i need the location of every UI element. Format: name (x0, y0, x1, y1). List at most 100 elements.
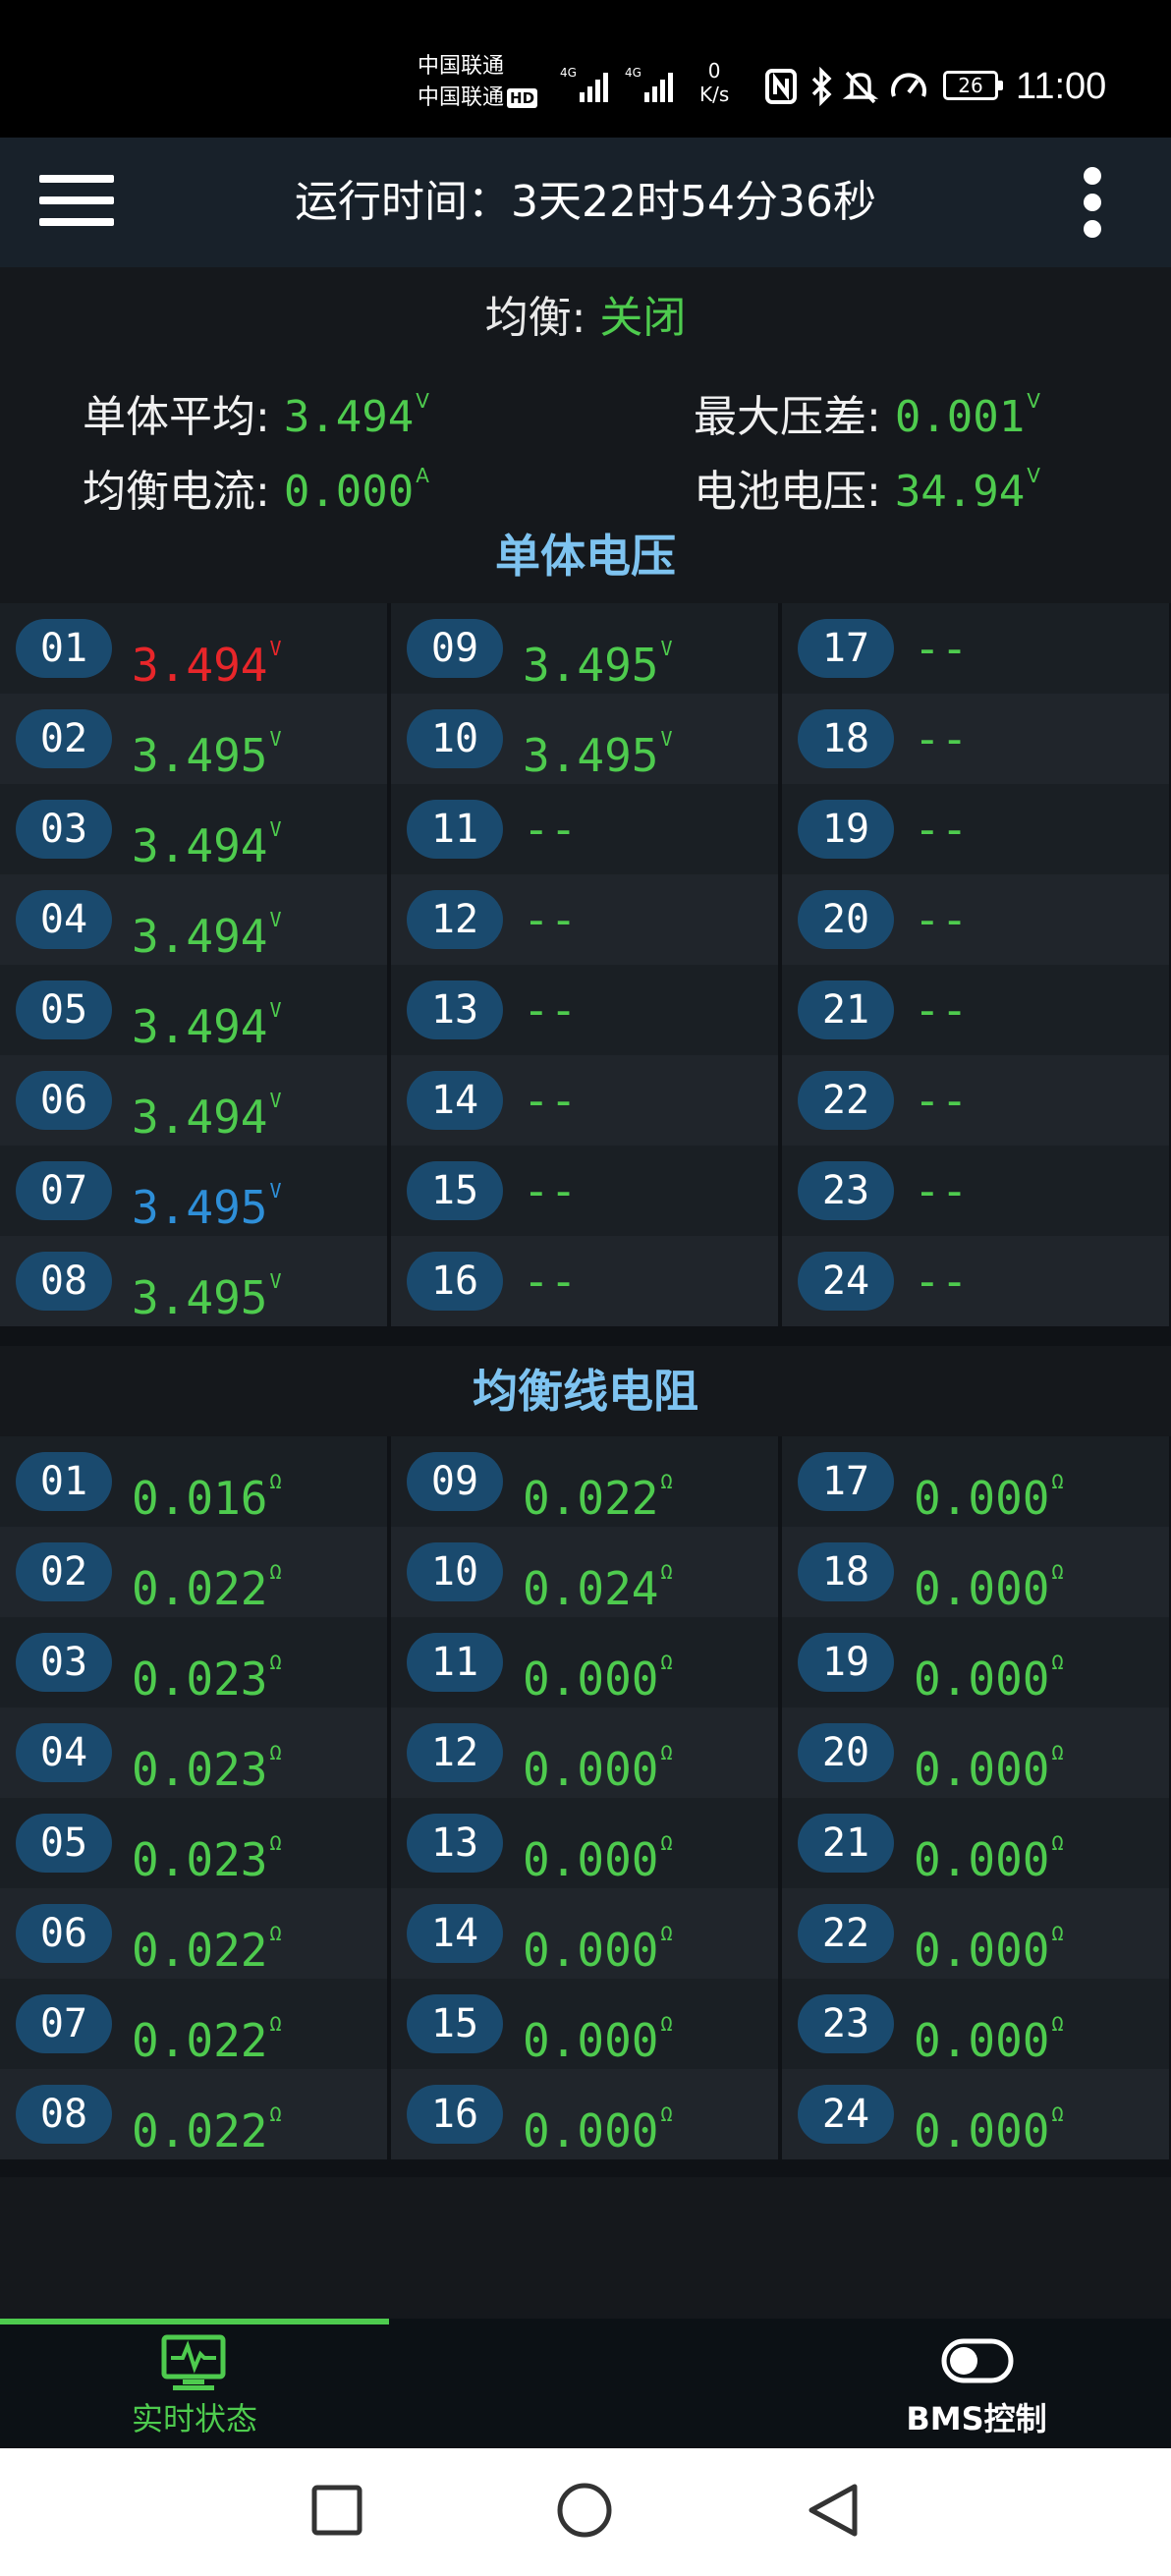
voltage-cell: 07 3.495 V (0, 1146, 387, 1236)
resistance-cell: 12 0.000 Ω (391, 1708, 778, 1798)
voltage-cell: 11 -- (391, 784, 778, 874)
voltage-cell: 20 -- (782, 874, 1169, 965)
resistance-cell-number-badge: 06 (16, 1904, 112, 1963)
voltage-cell: 16 -- (391, 1236, 778, 1326)
toggle-icon (941, 2338, 1014, 2383)
max-voltage-diff-stat: 最大压差: 0.001 V (694, 371, 1040, 447)
resistance-cell-unit: Ω (1051, 1922, 1064, 1945)
back-triangle-icon[interactable] (806, 2482, 861, 2539)
tab-bms-control-label: BMS控制 (906, 2400, 1047, 2437)
voltage-cell-number-badge: 22 (798, 1071, 894, 1130)
voltage-cell-value: -- (523, 1250, 577, 1313)
resistance-cell: 14 0.000 Ω (391, 1888, 778, 1979)
resistance-cell-unit: Ω (660, 1560, 673, 1584)
voltage-cell: 23 -- (782, 1146, 1169, 1236)
resistance-cell-unit: Ω (269, 1831, 282, 1855)
resistance-cell-value: 0.000 Ω (914, 1992, 1064, 2072)
resistance-cell-value: 0.000 Ω (523, 1812, 673, 1891)
battery-icon: 26 (943, 71, 1003, 100)
resistance-cell-unit: Ω (660, 1651, 673, 1674)
resistance-cell-value: 0.000 Ω (914, 1450, 1064, 1530)
resistance-cell-number-badge: 03 (16, 1633, 112, 1692)
resistance-cell-value: 0.022 Ω (132, 1540, 282, 1620)
voltage-cell: 06 3.494 V (0, 1055, 387, 1146)
resistance-cell-value-number: 0.023 (132, 1743, 268, 1796)
voltage-cell-unit: V (269, 998, 282, 1022)
voltage-cell-value-number: 3.495 (523, 729, 659, 782)
resistance-cell-unit: Ω (1051, 1560, 1064, 1584)
home-circle-icon[interactable] (556, 2482, 613, 2539)
resistance-cell: 21 0.000 Ω (782, 1798, 1169, 1888)
signal-icon-1: 4G (560, 66, 608, 102)
tab-realtime-status-label: 实时状态 (131, 2400, 257, 2437)
resistance-cell: 06 0.022 Ω (0, 1888, 387, 1979)
voltage-cell: 05 3.494 V (0, 965, 387, 1055)
voltage-cell: 09 3.495 V (391, 603, 778, 694)
cell-average-unit: V (416, 389, 429, 413)
voltage-cell-value-number: -- (914, 622, 969, 675)
resistance-cell-value-number: 0.022 (132, 1924, 268, 1977)
voltage-cell-unit: V (269, 1089, 282, 1112)
resistance-cell-unit: Ω (269, 1470, 282, 1493)
resistance-cell: 08 0.022 Ω (0, 2069, 387, 2159)
resistance-cell-value: 0.023 Ω (132, 1721, 282, 1801)
resistance-cell-value: 0.000 Ω (914, 1902, 1064, 1982)
voltage-cell-value-number: 3.495 (132, 1181, 268, 1234)
resistance-cell-value-number: 0.022 (132, 1562, 268, 1615)
voltage-cell-value-number: -- (523, 1255, 578, 1308)
resistance-cell-value: 0.000 Ω (523, 1631, 673, 1710)
recents-square-icon[interactable] (310, 2484, 363, 2537)
wire-resistance-grid: 01 0.016 Ω 02 0.022 Ω 03 0.023 Ω 04 0.023 Ω 05 0.023 Ω… (0, 1436, 1171, 2159)
resistance-cell-value: 0.000 Ω (914, 1721, 1064, 1801)
speed-value: 0 (707, 59, 721, 83)
voltage-cell-number-badge: 12 (407, 890, 503, 949)
resistance-cell-unit: Ω (269, 1741, 282, 1764)
resistance-cell-number-badge: 13 (407, 1814, 503, 1873)
voltage-cell-number-badge: 02 (16, 709, 112, 768)
voltage-cell-number-badge: 18 (798, 709, 894, 768)
voltage-cell: 12 -- (391, 874, 778, 965)
resistance-cell-number-badge: 14 (407, 1904, 503, 1963)
voltage-cell-value: -- (914, 798, 968, 861)
voltage-cell-number-badge: 06 (16, 1071, 112, 1130)
voltage-cell-number-badge: 20 (798, 890, 894, 949)
runtime-title: 运行时间：3天22时54分36秒 (295, 177, 876, 227)
more-options-icon[interactable] (1077, 165, 1110, 240)
resistance-cell-number-badge: 04 (16, 1723, 112, 1782)
voltage-cell: 03 3.494 V (0, 784, 387, 874)
voltage-cell-value: -- (914, 617, 968, 680)
resistance-cell-value: 0.022 Ω (132, 1902, 282, 1982)
resistance-cell-value-number: 0.000 (914, 1472, 1050, 1525)
resistance-cell-value: 0.023 Ω (132, 1631, 282, 1710)
voltage-cell-value: 3.495 V (132, 707, 282, 787)
resistance-cell: 16 0.000 Ω (391, 2069, 778, 2159)
resistance-cell-unit: Ω (660, 1741, 673, 1764)
voltage-cell-unit: V (269, 727, 282, 751)
resistance-cell-value: 0.000 Ω (914, 1631, 1064, 1710)
resistance-cell-value: 0.022 Ω (523, 1450, 673, 1530)
voltage-cell-number-badge: 04 (16, 890, 112, 949)
resistance-cell-value-number: 0.000 (914, 1924, 1050, 1977)
voltage-cell-value: -- (523, 1069, 577, 1132)
tab-realtime-status[interactable]: 实时状态 (0, 2324, 389, 2448)
voltage-cell-value: -- (914, 1159, 968, 1222)
mute-bell-icon (843, 71, 878, 104)
resistance-cell-value-number: 0.016 (132, 1472, 268, 1525)
hd-badge: HD (507, 88, 538, 108)
voltage-cell-value-number: -- (523, 983, 578, 1036)
resistance-cell-value-number: 0.000 (523, 1652, 659, 1706)
voltage-cell: 17 -- (782, 603, 1169, 694)
voltage-cell: 18 -- (782, 694, 1169, 784)
balance-label: 均衡: (484, 293, 600, 343)
voltage-cell-number-badge: 24 (798, 1252, 894, 1311)
resistance-cell-number-badge: 15 (407, 1994, 503, 2053)
tab-bms-control[interactable]: BMS控制 (782, 2324, 1171, 2448)
balance-current-value: 0.000 (283, 467, 415, 517)
balance-value: 关闭 (599, 293, 687, 343)
voltage-cell-value-number: 3.494 (132, 819, 268, 872)
voltage-cell-value: 3.495 V (523, 617, 673, 697)
voltage-cell-number-badge: 13 (407, 980, 503, 1039)
balance-current-label: 均衡电流: (83, 467, 284, 517)
resistance-cell-value: 0.000 Ω (523, 1902, 673, 1982)
resistance-cell: 10 0.024 Ω (391, 1527, 778, 1617)
